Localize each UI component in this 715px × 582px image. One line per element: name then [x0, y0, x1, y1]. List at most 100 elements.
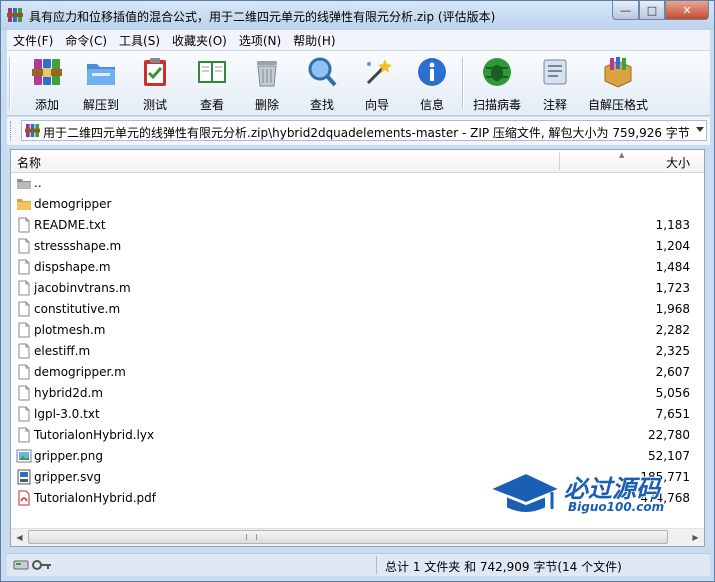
extract-to-button[interactable]: 解压到	[71, 55, 131, 113]
file-size: 2,325	[655, 344, 690, 358]
test-clipboard-icon	[144, 58, 166, 86]
watermark-title: 必过源码	[564, 474, 660, 503]
extract-folder-icon	[87, 64, 115, 85]
title-bar[interactable]: 具有应力和位移插值的混合公式，用于二维四元单元的线弹性有限元分析.zip (评估…	[1, 1, 714, 30]
svg-file-icon	[17, 469, 31, 485]
file-name: ..	[34, 176, 42, 190]
text-file-icon	[18, 301, 30, 317]
toolbar: 添加 解压到 测试 查看 删除 查找 向导 信息 扫描病毒 注释 自解压格式	[7, 51, 710, 116]
watermark-logo: 必过源码 Biguo100.com	[488, 467, 698, 523]
info-button[interactable]: 信息	[402, 55, 462, 113]
wizard-button[interactable]: 向导	[347, 55, 407, 113]
file-row[interactable]: demogripper	[11, 194, 704, 215]
file-row[interactable]: constitutive.m 1,968	[11, 299, 704, 320]
file-row[interactable]: plotmesh.m 2,282	[11, 320, 704, 341]
wizard-label: 向导	[364, 98, 389, 112]
archive-icon	[25, 123, 40, 138]
find-button[interactable]: 查找	[292, 55, 352, 113]
chevron-down-icon[interactable]	[696, 127, 704, 132]
file-name: constitutive.m	[34, 302, 121, 316]
view-book-icon	[198, 61, 226, 83]
image-file-icon	[16, 449, 32, 463]
text-file-icon	[18, 385, 30, 401]
scroll-grip	[246, 534, 257, 540]
sfx-box-icon	[604, 57, 632, 88]
file-name: jacobinvtrans.m	[34, 281, 131, 295]
toolbar-separator	[462, 57, 464, 109]
pdf-file-icon	[18, 490, 30, 506]
view-label: 查看	[199, 98, 224, 112]
text-file-icon	[18, 217, 30, 233]
text-file-icon	[18, 427, 30, 443]
file-row[interactable]: stressshape.m 1,204	[11, 236, 704, 257]
file-row[interactable]: gripper.png 52,107	[11, 446, 704, 467]
maximize-button[interactable]: □	[639, 1, 665, 20]
menu-tools[interactable]: 工具(S)	[113, 32, 166, 49]
column-name[interactable]: 名称	[17, 154, 41, 171]
wizard-wand-icon	[366, 59, 392, 85]
file-name: lgpl-3.0.txt	[34, 407, 100, 421]
text-file-icon	[18, 322, 30, 338]
file-row[interactable]: demogripper.m 2,607	[11, 362, 704, 383]
folder-icon	[17, 199, 31, 210]
file-name: README.txt	[34, 218, 106, 232]
menu-favorites[interactable]: 收藏夹(O)	[166, 32, 233, 49]
winrar-app-icon	[7, 8, 23, 22]
file-row[interactable]: TutorialonHybrid.lyx 22,780	[11, 425, 704, 446]
view-button[interactable]: 查看	[182, 55, 242, 113]
file-row[interactable]: ..	[11, 173, 704, 194]
comment-icon	[543, 59, 567, 85]
address-path: 用于二维四元单元的线弹性有限元分析.zip\hybrid2dquadelemen…	[43, 126, 690, 140]
test-label: 测试	[142, 98, 167, 112]
menu-bar: 文件(F) 命令(C) 工具(S) 收藏夹(O) 选项(N) 帮助(H)	[7, 30, 710, 50]
menu-file[interactable]: 文件(F)	[7, 32, 59, 49]
file-size: 22,780	[648, 428, 690, 442]
info-label: 信息	[419, 98, 444, 112]
virus-scan-button[interactable]: 扫描病毒	[467, 55, 527, 113]
menu-commands[interactable]: 命令(C)	[59, 32, 113, 49]
add-label: 添加	[34, 98, 59, 112]
add-button[interactable]: 添加	[17, 55, 77, 113]
window-title: 具有应力和位移插值的混合公式，用于二维四元单元的线弹性有限元分析.zip (评估…	[29, 10, 496, 24]
text-file-icon	[18, 343, 30, 359]
comment-button[interactable]: 注释	[525, 55, 585, 113]
menu-options[interactable]: 选项(N)	[233, 32, 287, 49]
scroll-right-icon[interactable]: ▶	[687, 529, 704, 546]
file-name: stressshape.m	[34, 239, 122, 253]
file-row[interactable]: dispshape.m 1,484	[11, 257, 704, 278]
file-row[interactable]: hybrid2d.m 5,056	[11, 383, 704, 404]
column-header: 名称 ▲ 大小	[11, 150, 704, 173]
file-size: 1,968	[655, 302, 690, 316]
status-divider	[376, 556, 377, 574]
scroll-thumb[interactable]	[28, 530, 668, 544]
test-button[interactable]: 测试	[125, 55, 185, 113]
sfx-label: 自解压格式	[587, 98, 648, 112]
drive-key-icon[interactable]	[13, 558, 53, 572]
file-size: 7,651	[655, 407, 690, 421]
column-size[interactable]: 大小	[666, 154, 690, 171]
menu-help[interactable]: 帮助(H)	[287, 32, 341, 49]
sort-arrow-icon: ▲	[619, 151, 625, 159]
file-name: elestiff.m	[34, 344, 91, 358]
scroll-left-icon[interactable]: ◀	[11, 529, 28, 546]
file-row[interactable]: jacobinvtrans.m 1,723	[11, 278, 704, 299]
file-size: 1,204	[655, 239, 690, 253]
sfx-button[interactable]: 自解压格式	[585, 55, 651, 113]
file-name: demogripper	[34, 197, 112, 211]
graduation-cap-icon	[488, 471, 562, 514]
file-size: 52,107	[648, 449, 690, 463]
info-icon	[418, 58, 446, 86]
horizontal-scrollbar[interactable]: ◀ ▶	[11, 528, 704, 546]
delete-button[interactable]: 删除	[237, 55, 297, 113]
address-field[interactable]: 用于二维四元单元的线弹性有限元分析.zip\hybrid2dquadelemen…	[21, 120, 707, 141]
column-divider[interactable]	[559, 152, 560, 170]
close-button[interactable]: ✕	[665, 1, 709, 20]
file-row[interactable]: elestiff.m 2,325	[11, 341, 704, 362]
file-row[interactable]: README.txt 1,183	[11, 215, 704, 236]
file-size: 2,282	[655, 323, 690, 337]
minimize-button[interactable]: —	[612, 1, 639, 20]
file-row[interactable]: lgpl-3.0.txt 7,651	[11, 404, 704, 425]
add-archive-icon	[32, 59, 62, 85]
status-bar: 总计 1 文件夹 和 742,909 字节(14 个文件)	[7, 553, 710, 576]
comment-label: 注释	[542, 98, 567, 112]
